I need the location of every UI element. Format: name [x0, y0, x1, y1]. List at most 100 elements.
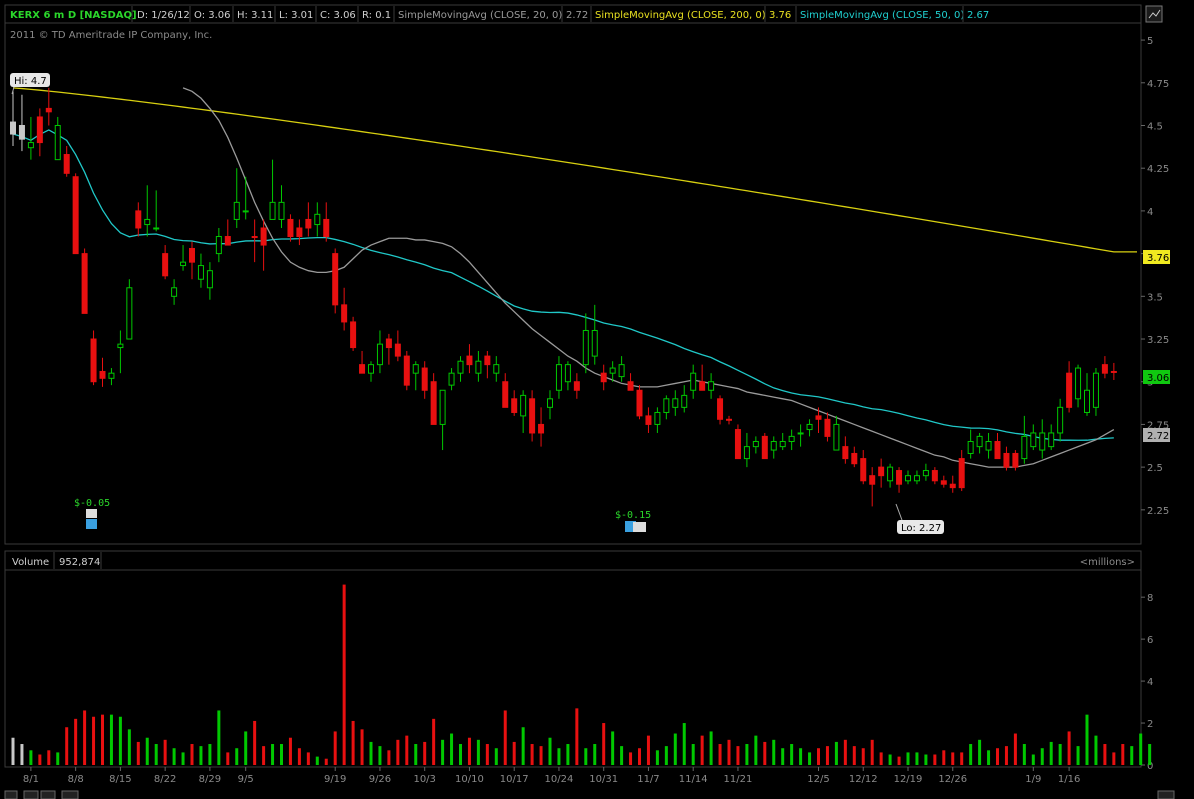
volume-bar [691, 744, 695, 765]
volume-bar [1076, 746, 1080, 765]
candle-body [260, 227, 267, 246]
volume-bar [763, 741, 767, 765]
symbol-label[interactable]: KERX 6 m D [NASDAQ] [10, 10, 137, 21]
volume-bar [1130, 746, 1134, 765]
scroll-left-button[interactable] [4, 790, 18, 799]
zoom-out-button[interactable] [23, 790, 39, 799]
candle-body [582, 329, 589, 366]
volume-bar [494, 748, 498, 765]
volume-bar [235, 748, 239, 765]
volume-bar [405, 735, 409, 765]
volume-tick-label: 8 [1147, 593, 1153, 604]
volume-bar [915, 752, 919, 765]
candle-body [931, 470, 938, 482]
candle-body [591, 329, 598, 357]
volume-bar [423, 741, 427, 765]
volume-bar [29, 750, 33, 765]
volume-bar [611, 731, 615, 765]
volume-bar [700, 735, 704, 765]
volume-bar [745, 744, 749, 765]
volume-bar [861, 748, 865, 765]
candle-body [699, 381, 706, 391]
date-tick-label: 8/8 [68, 774, 84, 785]
volume-bar [351, 720, 355, 765]
header-high: H: 3.11 [237, 10, 273, 21]
date-tick-label: 10/24 [545, 774, 574, 785]
volume-bar [906, 752, 910, 765]
date-tick-label: 8/29 [199, 774, 221, 785]
volume-bar [1013, 733, 1017, 765]
candle-body [913, 475, 920, 482]
volume-bar [485, 744, 489, 765]
volume-bar [727, 739, 731, 765]
volume-bar [414, 744, 418, 765]
candle-body [672, 398, 679, 408]
volume-bar [808, 752, 812, 765]
header-range: R: 0.1 [362, 10, 391, 21]
volume-bar [1103, 744, 1107, 765]
volume-bar [655, 750, 659, 765]
candle-body [430, 381, 437, 425]
volume-bar [38, 754, 42, 765]
chart-style-button[interactable] [61, 790, 79, 799]
volume-bar [1094, 735, 1098, 765]
candle-body [547, 398, 553, 408]
candle-body [905, 475, 911, 482]
volume-bar [772, 739, 776, 765]
candle-body [743, 446, 750, 460]
candle-body [726, 418, 732, 421]
volume-bar [852, 746, 856, 765]
volume-bar [825, 746, 829, 765]
candle-body [287, 218, 294, 238]
candle-body [851, 452, 858, 465]
candle-body [305, 218, 312, 229]
close-price-tag: 3.06 [1143, 370, 1170, 384]
candle-body [350, 321, 357, 349]
candle-body [985, 441, 992, 451]
sma200-price-tag: 3.76 [1143, 250, 1170, 264]
candle-body [520, 394, 527, 417]
candle-body [206, 270, 213, 289]
volume-bar [548, 737, 552, 765]
candle-body [1084, 389, 1090, 413]
volume-bar [754, 735, 758, 765]
scroll-right-button[interactable] [1157, 790, 1175, 799]
zoom-in-button[interactable] [40, 790, 56, 799]
candle-body [654, 411, 661, 425]
candle-body [10, 121, 16, 135]
price-tick-label: 4.75 [1147, 79, 1169, 90]
date-tick-label: 10/10 [455, 774, 484, 785]
candle-body [555, 364, 562, 391]
volume-bar [870, 739, 874, 765]
volume-bar [11, 737, 15, 765]
volume-bar [584, 748, 588, 765]
sma50-value: 2.67 [967, 10, 989, 21]
earnings-value-1: $-0.05 [74, 498, 110, 509]
candle-body [466, 355, 473, 366]
candle-body [108, 372, 115, 379]
volume-bar [396, 739, 400, 765]
date-tick-label: 8/1 [23, 774, 39, 785]
candle-body [761, 435, 768, 460]
volume-bar [996, 748, 999, 765]
volume-bar [942, 750, 946, 765]
volume-bar [190, 744, 194, 765]
volume-bar [288, 737, 292, 765]
volume-bar [441, 739, 445, 765]
candle-body [949, 483, 956, 489]
candle-body [708, 381, 715, 391]
candle-body [896, 470, 903, 485]
candle-body [296, 227, 303, 238]
candle-body [90, 338, 97, 383]
candle-body [359, 364, 366, 374]
volume-bar [1112, 752, 1116, 765]
candle-body [394, 343, 401, 357]
candle-body [538, 423, 545, 434]
volume-bar [799, 748, 803, 765]
candle-body [976, 435, 983, 448]
volume-bar [476, 739, 480, 765]
volume-panel [4, 550, 1142, 768]
candle-body [717, 398, 724, 420]
volume-bar [566, 744, 570, 765]
candle-body [806, 423, 813, 431]
